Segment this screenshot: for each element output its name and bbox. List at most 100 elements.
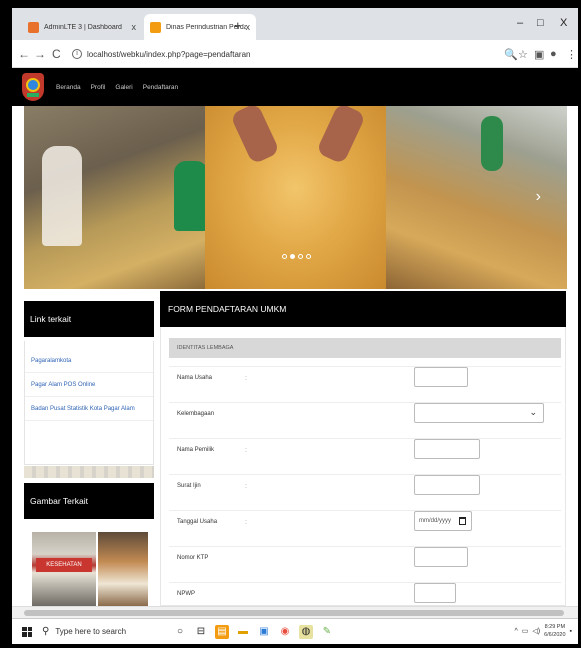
carousel-dot[interactable] [282,254,287,259]
registration-form: IDENTITAS LEMBAGA Nama Usaha : Kelembaga… [160,327,566,606]
surat-ijin-input[interactable] [414,475,480,495]
desktop-screen: AdminLTE 3 | Dashboard x Dinas Perindust… [12,8,578,644]
tab-close-icon[interactable]: x [246,22,251,32]
date-placeholder: mm/dd/yyyy [419,518,452,524]
store-app-icon[interactable]: ▣ [257,625,271,639]
form-row-kelembagaan: Kelembagaan ⌄ [169,402,561,438]
form-header: FORM PENDAFTARAN UMKM [160,291,566,327]
form-row-surat-ijin: Surat Ijin : [169,474,561,510]
profile-avatar-icon[interactable]: ● [550,48,557,60]
sidebar-link-bps[interactable]: Badan Pusat Statistik Kota Pagar Alam [25,397,153,421]
site-favicon-icon [150,21,161,33]
nav-galeri[interactable]: Galeri [115,84,132,91]
nomor-ktp-input[interactable] [414,547,468,567]
carousel-indicators [282,254,311,259]
notepad-icon[interactable]: ✎ [320,625,334,639]
field-separator: : [245,447,247,454]
form-section-title: IDENTITAS LEMBAGA [169,338,561,358]
image-carousel[interactable]: › [24,106,567,289]
chevron-down-icon: ⌄ [529,407,537,417]
sidebar-gallery-header: Gambar Terkait [24,483,154,519]
field-label: Nama Pemilik [177,447,215,453]
nav-profil[interactable]: Profil [91,84,106,91]
zoom-icon[interactable]: 🔍 [504,48,518,61]
field-label: Nama Usaha [177,375,213,381]
address-bar[interactable]: i localhost/webku/index.php?page=pendaft… [72,45,512,63]
carousel-next-icon[interactable]: › [536,188,541,206]
tab-label: AdminLTE 3 | Dashboard [44,23,122,31]
notification-icon[interactable]: ▪ [570,628,572,635]
tab-adminlte-dashboard[interactable]: AdminLTE 3 | Dashboard x [22,14,142,40]
nama-usaha-input[interactable] [414,367,468,387]
menu-dots-icon[interactable]: ⋮ [566,48,577,61]
task-view-icon[interactable]: ⊟ [194,625,208,639]
form-row-nomor-ktp: Nomor KTP [169,546,561,582]
reload-button[interactable]: C [52,47,61,61]
carousel-dot[interactable] [298,254,303,259]
tray-chevron-icon[interactable]: ^ [514,628,517,635]
field-label: Tanggal Usaha [177,519,218,525]
carousel-dot-active[interactable] [290,254,295,259]
form-row-tanggal-usaha: Tanggal Usaha : mm/dd/yyyy [169,510,561,546]
volume-icon[interactable]: ◁) [532,627,540,635]
carousel-photo-noodle-workers [24,106,208,289]
taskbar-clock[interactable]: 8:29 PM 6/6/2020 [544,623,565,639]
close-window-button[interactable]: X [560,17,567,29]
calendar-icon[interactable] [459,517,466,525]
search-icon: ⚲ [42,626,50,637]
app-icon[interactable]: ◍ [299,624,313,639]
page-viewport: Beranda Profil Galeri Pendaftaran › Link… [12,68,578,606]
site-logo[interactable] [22,73,44,101]
gallery-photo-vendor[interactable] [98,532,148,606]
back-button[interactable]: ← [18,47,30,61]
field-separator: : [245,483,247,490]
minimize-button[interactable]: – [517,17,523,29]
windows-taskbar: ⚲ Type here to search ○ ⊟ ▤ ▬ ▣ ◉ ◍ ✎ ^ … [12,618,578,644]
tanggal-usaha-date-input[interactable]: mm/dd/yyyy [414,511,472,531]
maximize-button[interactable]: □ [537,17,544,29]
site-info-icon[interactable]: i [72,49,82,59]
kelembagaan-select[interactable]: ⌄ [414,403,544,423]
clock-time: 8:29 PM [544,624,566,630]
sidebar-links-box: Pagaralamkota Pagar Alam POS Online Bada… [24,341,154,465]
field-label: Kelembagaan [177,411,215,417]
npwp-input[interactable] [414,583,456,603]
nav-pendaftaran[interactable]: Pendaftaran [143,84,178,91]
windows-start-icon[interactable] [22,626,32,637]
cortana-icon[interactable]: ○ [173,625,187,639]
file-explorer-icon[interactable]: ▬ [236,625,250,639]
bookmark-star-icon[interactable]: ☆ [518,48,528,61]
nav-beranda[interactable]: Beranda [56,84,81,91]
tab-close-icon[interactable]: x [132,22,137,32]
form-title: FORM PENDAFTARAN UMKM [168,304,287,314]
carousel-dot[interactable] [306,254,311,259]
scrollbar-thumb[interactable] [24,610,564,616]
browser-toolbar: ← → C i localhost/webku/index.php?page=p… [12,40,578,68]
office-app-icon[interactable]: ▤ [215,624,229,639]
sidebar-links-title: Link terkait [30,314,72,324]
network-icon[interactable]: ▭ [522,627,529,635]
taskbar-search-box[interactable]: ⚲ Type here to search [42,622,166,642]
field-label: Nomor KTP [177,555,209,561]
logo-emblem-icon [26,78,40,92]
field-separator: : [245,519,247,526]
field-separator: : [245,375,247,382]
horizontal-scrollbar[interactable] [12,606,578,618]
decorative-strip [24,466,154,478]
carousel-photo-noodles-hands [205,106,386,289]
sidebar-link-pagaralamkota[interactable]: Pagaralamkota [25,349,153,373]
logo-base-icon [27,93,39,97]
chrome-icon[interactable]: ◉ [278,625,292,639]
extension-icon[interactable]: ▣ [534,48,544,61]
form-row-nama-pemilik: Nama Pemilik : [169,438,561,474]
form-row-nama-usaha: Nama Usaha : [169,366,561,402]
gallery-photo-market[interactable]: KESEHATAN [32,532,96,606]
forward-button[interactable]: → [34,47,46,61]
sidebar-gallery-title: Gambar Terkait [30,496,88,506]
adminlte-favicon-icon [28,21,39,33]
new-tab-button[interactable]: + [234,18,242,33]
nama-pemilik-input[interactable] [414,439,480,459]
form-row-npwp: NPWP [169,582,561,606]
sidebar-links-header: Link terkait [24,301,154,337]
sidebar-link-pos-online[interactable]: Pagar Alam POS Online [25,373,153,397]
